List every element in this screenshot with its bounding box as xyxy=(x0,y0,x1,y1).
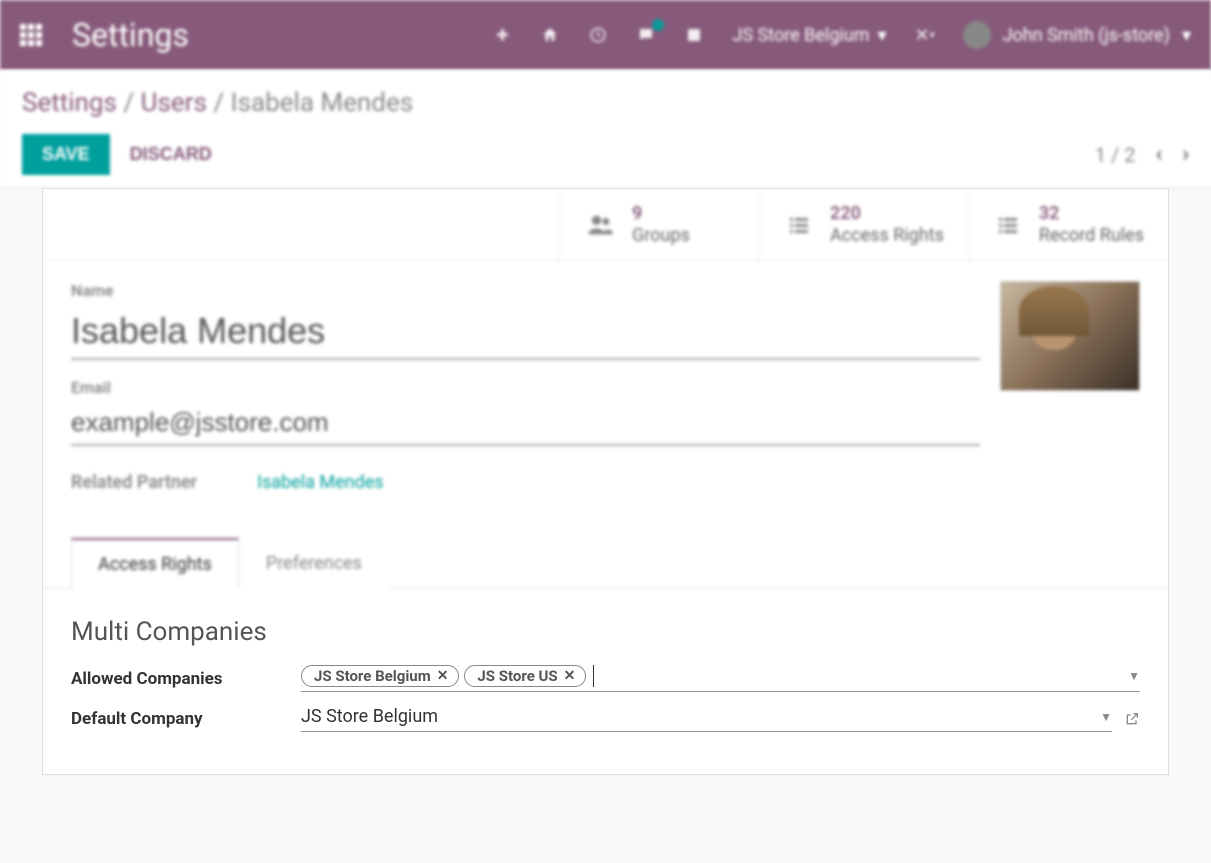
home-icon[interactable] xyxy=(540,25,560,45)
tag-remove-icon[interactable]: ✕ xyxy=(564,668,576,684)
form-sheet: 9 Groups 220 Access Rights 32 xyxy=(42,188,1169,775)
default-company-label: Default Company xyxy=(71,709,301,729)
stat-record-rules[interactable]: 32 Record Rules xyxy=(968,189,1168,260)
pager-prev[interactable]: ‹ xyxy=(1155,142,1162,167)
breadcrumb-settings[interactable]: Settings xyxy=(22,88,117,118)
default-company-field[interactable]: JS Store Belgium ▼ xyxy=(301,706,1112,732)
related-partner-link[interactable]: Isabela Mendes xyxy=(257,472,383,493)
user-avatar-icon xyxy=(963,21,991,49)
allowed-companies-label: Allowed Companies xyxy=(71,669,301,689)
chevron-down-icon[interactable]: ▼ xyxy=(1100,710,1112,724)
save-button[interactable]: SAVE xyxy=(22,134,110,175)
related-partner-label: Related Partner xyxy=(71,472,197,493)
discard-button[interactable]: DISCARD xyxy=(130,144,212,165)
tag-remove-icon[interactable]: ✕ xyxy=(437,668,449,684)
pager-next[interactable]: › xyxy=(1182,142,1189,167)
name-label: Name xyxy=(71,281,980,300)
section-multi-companies: Multi Companies xyxy=(71,617,1140,647)
info-icon[interactable] xyxy=(684,25,704,45)
apps-icon[interactable] xyxy=(20,24,42,46)
list-icon xyxy=(784,213,814,237)
list-icon xyxy=(993,213,1023,237)
user-photo[interactable] xyxy=(1000,281,1140,391)
top-navbar: Settings + JS Store Belgium ▾ ✕▾ John Sm… xyxy=(0,0,1211,70)
breadcrumb: Settings / Users / Isabela Mendes xyxy=(22,88,1189,118)
tabs: Access Rights Preferences xyxy=(43,537,1168,589)
stat-groups[interactable]: 9 Groups xyxy=(559,189,759,260)
company-tag: JS Store US ✕ xyxy=(464,665,586,687)
close-icon[interactable]: ✕▾ xyxy=(915,25,935,45)
pager: 1 / 2 ‹ › xyxy=(1095,142,1189,167)
external-link-icon[interactable] xyxy=(1124,711,1140,727)
allowed-companies-field[interactable]: JS Store Belgium ✕ JS Store US ✕ ▼ xyxy=(301,665,1140,692)
plus-icon[interactable]: + xyxy=(492,25,512,45)
user-menu[interactable]: John Smith (js-store) ▾ xyxy=(963,21,1191,49)
tab-preferences[interactable]: Preferences xyxy=(239,538,389,589)
messaging-icon[interactable] xyxy=(636,25,656,45)
email-input[interactable] xyxy=(71,401,980,446)
users-icon xyxy=(584,211,616,239)
email-label: Email xyxy=(71,378,980,397)
stat-access-rights[interactable]: 220 Access Rights xyxy=(759,189,968,260)
clock-icon[interactable] xyxy=(588,25,608,45)
tab-access-rights[interactable]: Access Rights xyxy=(71,538,239,589)
company-tag: JS Store Belgium ✕ xyxy=(301,665,459,687)
tab-content-access-rights: Multi Companies Allowed Companies JS Sto… xyxy=(43,589,1168,774)
company-selector[interactable]: JS Store Belgium ▾ xyxy=(732,25,886,46)
breadcrumb-current: Isabela Mendes xyxy=(231,88,414,118)
chevron-down-icon[interactable]: ▼ xyxy=(1128,669,1140,683)
breadcrumb-users[interactable]: Users xyxy=(141,88,207,118)
text-cursor xyxy=(593,665,594,687)
stat-buttons: 9 Groups 220 Access Rights 32 xyxy=(43,189,1168,261)
name-input[interactable] xyxy=(71,304,980,360)
app-title: Settings xyxy=(72,16,189,54)
